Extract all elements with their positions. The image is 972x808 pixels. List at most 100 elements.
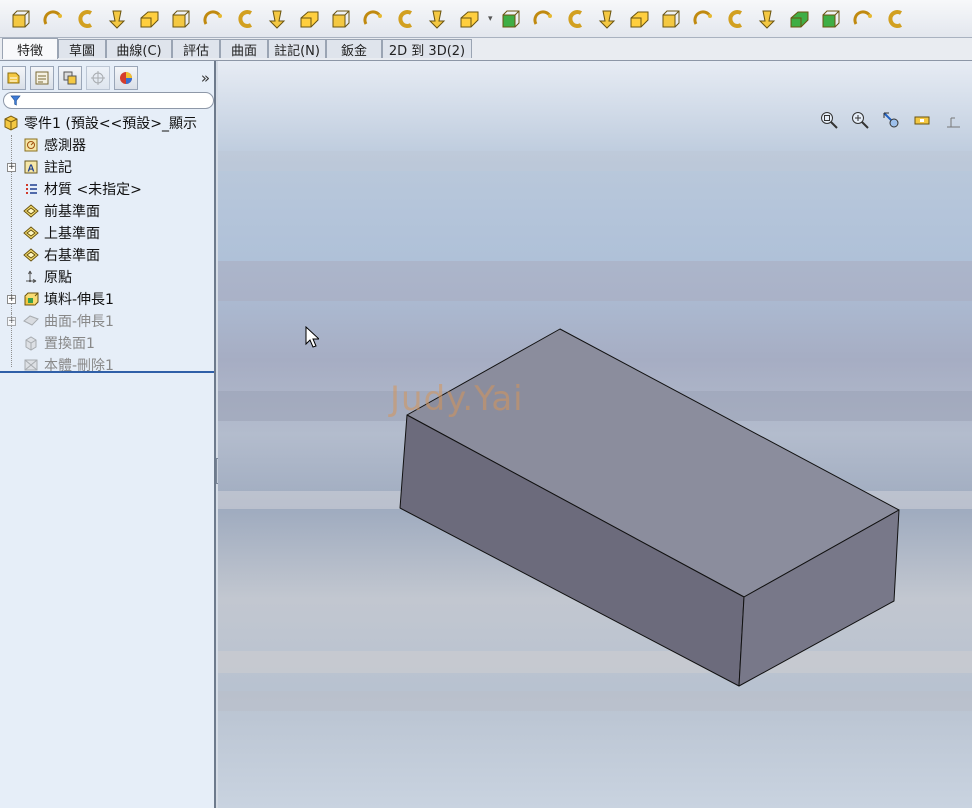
boundary-boss-button[interactable] [136,6,162,32]
swept-cut-button[interactable] [264,6,290,32]
tree-item-front-plane[interactable]: 前基準面 [22,201,100,221]
tree-item-delete-body[interactable]: 本體-刪除1 [22,355,114,375]
tree-item-label: 零件1 (預設<<預設>_顯示 [24,116,198,132]
shell-button[interactable] [424,6,450,32]
tab-0[interactable]: 特徵 [2,38,58,59]
tree-filter-input[interactable] [3,92,214,109]
extruded-cut-button[interactable] [168,6,194,32]
surface-extrude-icon [22,313,39,330]
draft-icon [630,11,649,27]
hole-wizard-button[interactable] [200,6,226,32]
flex-button[interactable] [722,6,748,32]
draft-button[interactable] [626,6,652,32]
tree-item-sensors[interactable]: 感測器 [22,135,86,155]
extruded-boss-button[interactable] [8,6,34,32]
part-icon [2,115,19,132]
boundary-cut-button[interactable] [328,6,354,32]
fillet-icon [363,9,382,25]
linear-pattern-icon [460,11,479,27]
tree-item-right-plane[interactable]: 右基準面 [22,245,100,265]
mirror-icon [693,9,712,25]
revolved-cut-icon [238,9,253,28]
dropdown-arrow-icon[interactable]: ▾ [488,14,494,24]
tree-item-annotations[interactable]: A 註記 [22,157,72,177]
chamfer-icon [398,9,413,28]
tree-item-surface-extrude[interactable]: 曲面-伸長1 [22,311,114,331]
command-manager-tabs: 特徵 草圖 曲線(C) 評估 曲面 註記(N) 鈑金 2D 到 3D(2) [0,38,972,61]
curves-button[interactable] [786,6,812,32]
lofted-cut-button[interactable] [296,6,322,32]
expand-boss-extrude-button[interactable]: + [7,295,16,304]
revolved-cut-button[interactable] [232,6,258,32]
tree-item-label: 填料-伸長1 [44,292,114,308]
revolved-boss-button[interactable] [40,6,66,32]
display-manager-tab[interactable] [114,66,138,90]
expand-annotations-button[interactable]: + [7,163,16,172]
combine-icon [888,9,903,28]
hole-wizard-icon [203,9,222,25]
features-toolbar: ▾ [0,0,972,38]
property-manager-tab[interactable] [30,66,54,90]
expand-surface-extrude-button[interactable]: + [7,317,16,326]
mirror-button[interactable] [690,6,716,32]
revolved-boss-icon [43,9,62,25]
tree-item-label: 曲面-伸長1 [44,314,114,330]
intersect-button[interactable] [594,6,620,32]
model-canvas [399,328,900,687]
graphics-area[interactable]: Judy.Yai [218,61,972,808]
tab-5[interactable]: 註記(N) [268,39,326,59]
chamfer-button[interactable] [392,6,418,32]
tree-item-label: 置換面1 [44,336,95,352]
boundary-cut-icon [332,10,350,27]
combine-button[interactable] [882,6,908,32]
instant3d-button[interactable] [818,6,844,32]
configuration-icon [63,71,77,85]
reference-geometry-button[interactable] [498,6,524,32]
svg-text:A: A [27,164,34,175]
panel-tab-strip: » [2,66,214,92]
dome-button[interactable] [658,6,684,32]
tab-2[interactable]: 曲線(C) [106,39,172,59]
panel-expand-button[interactable]: » [201,69,210,87]
filter-icon [10,95,21,106]
feature-manager-tab[interactable] [2,66,26,90]
lofted-boss-button[interactable] [104,6,130,32]
linear-pattern-button[interactable] [456,6,482,32]
lofted-boss-icon [108,10,126,29]
sensor-icon [22,137,39,154]
tree-item-boss-extrude[interactable]: 填料-伸長1 [22,289,114,309]
display-manager-icon [120,72,132,84]
tab-1[interactable]: 草圖 [58,39,106,59]
shape-icon [758,10,776,29]
tree-item-top-plane[interactable]: 上基準面 [22,223,100,243]
rib-icon [533,9,552,25]
dimxpert-manager-tab[interactable] [86,66,110,90]
swept-boss-button[interactable] [72,6,98,32]
rib-button[interactable] [530,6,556,32]
dimxpert-icon [91,71,105,85]
tree-item-part[interactable]: 零件1 (預設<<預設>_顯示 [2,113,197,133]
fillet-button[interactable] [360,6,386,32]
wrap-button[interactable] [562,6,588,32]
tree-item-label: 原點 [44,270,72,286]
curves-icon [790,11,809,27]
reference-geometry-icon [502,10,520,27]
tree-item-label: 材質 <未指定> [44,182,142,198]
replace-face-icon [22,335,39,352]
watermark-text: Judy.Yai [390,379,524,419]
tree-item-label: 前基準面 [44,204,100,220]
split-button[interactable] [850,6,876,32]
tab-6[interactable]: 鈑金 [326,39,382,59]
feature-tree-icon [7,72,20,84]
tab-7[interactable]: 2D 到 3D(2) [382,39,472,59]
wrap-icon [568,9,583,28]
tree-item-replace-face[interactable]: 置換面1 [22,333,95,353]
tree-item-origin[interactable]: 原點 [22,267,72,287]
extruded-cut-icon [172,10,190,27]
configuration-manager-tab[interactable] [58,66,82,90]
tab-4[interactable]: 曲面 [220,39,268,59]
tree-item-material[interactable]: 材質 <未指定> [22,179,142,199]
shape-button[interactable] [754,6,780,32]
tab-3[interactable]: 評估 [172,39,220,59]
instant3d-icon [822,10,840,27]
